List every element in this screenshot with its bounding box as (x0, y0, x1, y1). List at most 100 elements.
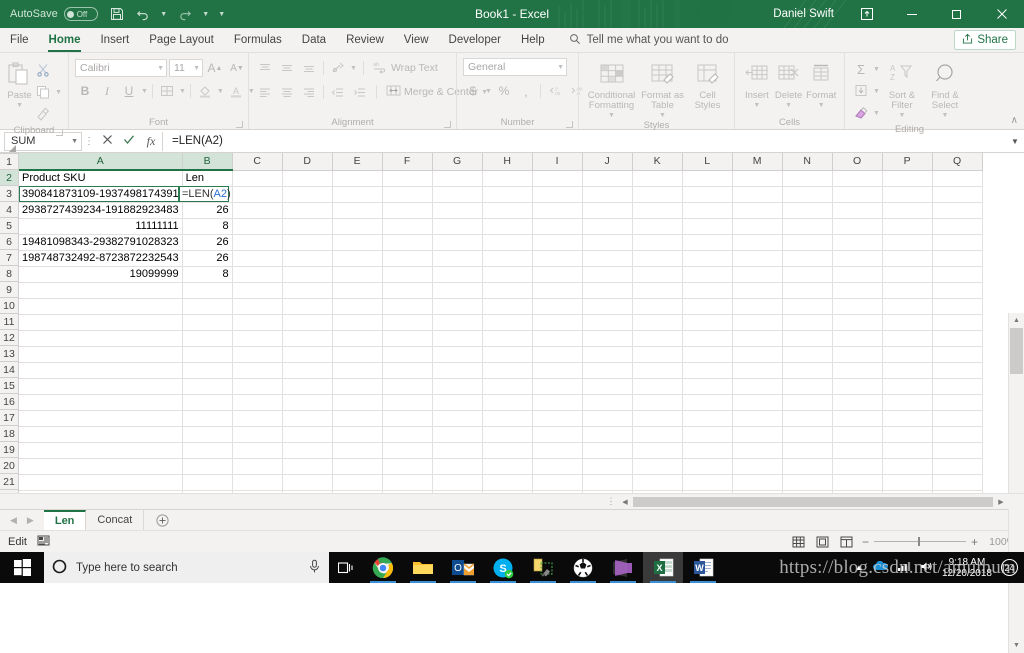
cell-P6[interactable] (882, 250, 933, 267)
cell-K10[interactable] (632, 314, 683, 331)
cell-E8[interactable] (332, 282, 383, 299)
column-header-q[interactable]: Q (932, 153, 983, 171)
action-center-icon[interactable]: 24 (1001, 559, 1018, 576)
cell-J11[interactable] (582, 330, 633, 347)
cell-L18[interactable] (682, 442, 733, 459)
cell-B16[interactable] (182, 410, 233, 427)
cell-N9[interactable] (782, 298, 833, 315)
cell-J12[interactable] (582, 346, 633, 363)
cell-E4[interactable] (332, 218, 383, 235)
row-header-11[interactable]: 11 (0, 314, 19, 330)
align-bottom-icon[interactable] (299, 58, 319, 78)
column-header-n[interactable]: N (782, 153, 833, 171)
cell-L19[interactable] (682, 458, 733, 475)
row-header-12[interactable]: 12 (0, 330, 19, 346)
cell-F6[interactable] (382, 250, 433, 267)
cell-P7[interactable] (882, 266, 933, 283)
cell-A16[interactable] (19, 410, 183, 427)
cell-O20[interactable] (832, 474, 883, 491)
row-header-2[interactable]: 2 (0, 170, 19, 186)
delete-cells-button[interactable]: Delete ▼ (773, 58, 805, 109)
cell-A2[interactable]: 390841873109-1937498174391 (19, 186, 183, 203)
column-header-o[interactable]: O (832, 153, 883, 171)
cell-L1[interactable] (682, 170, 733, 187)
insert-cells-dropdown-icon[interactable]: ▼ (753, 102, 760, 109)
cell-D10[interactable] (282, 314, 333, 331)
cell-G7[interactable] (432, 266, 483, 283)
microphone-icon[interactable] (308, 559, 321, 577)
cell-H3[interactable] (482, 202, 533, 219)
cell-O5[interactable] (832, 234, 883, 251)
tell-me-search[interactable]: Tell me what you want to do (555, 28, 729, 52)
cell-K6[interactable] (632, 250, 683, 267)
align-center-icon[interactable] (277, 82, 297, 102)
font-dialog-launcher[interactable] (236, 121, 243, 128)
cell-A8[interactable] (19, 282, 183, 299)
cell-F9[interactable] (382, 298, 433, 315)
cell-A6[interactable]: 198748732492-8723872232543 (19, 250, 183, 267)
cut-icon[interactable] (33, 60, 53, 80)
page-layout-view-icon[interactable] (814, 534, 832, 550)
paste-dropdown-icon[interactable]: ▼ (16, 102, 23, 109)
cell-J1[interactable] (582, 170, 633, 187)
sheet-tab-len[interactable]: Len (43, 510, 87, 530)
cell-M5[interactable] (732, 234, 783, 251)
cell-K9[interactable] (632, 298, 683, 315)
cell-A19[interactable] (19, 458, 183, 475)
zoom-slider[interactable]: − + (862, 535, 978, 549)
cell-E11[interactable] (332, 330, 383, 347)
cell-N5[interactable] (782, 234, 833, 251)
cell-I5[interactable] (532, 234, 583, 251)
column-header-l[interactable]: L (682, 153, 733, 171)
volume-icon[interactable] (920, 561, 933, 574)
cell-O12[interactable] (832, 346, 883, 363)
tab-file[interactable]: File (0, 28, 39, 52)
cell-E7[interactable] (332, 266, 383, 283)
cell-Q6[interactable] (932, 250, 983, 267)
word-icon[interactable]: W (683, 552, 723, 583)
cell-F3[interactable] (382, 202, 433, 219)
cell-D19[interactable] (282, 458, 333, 475)
cell-L12[interactable] (682, 346, 733, 363)
share-button[interactable]: Share (954, 30, 1016, 50)
cell-N20[interactable] (782, 474, 833, 491)
cell-H2[interactable] (482, 186, 533, 203)
cell-D18[interactable] (282, 442, 333, 459)
cell-E14[interactable] (332, 378, 383, 395)
align-middle-icon[interactable] (277, 58, 297, 78)
row-header-6[interactable]: 6 (0, 234, 19, 250)
cell-I14[interactable] (532, 378, 583, 395)
cell-I8[interactable] (532, 282, 583, 299)
cell-D13[interactable] (282, 362, 333, 379)
cell-D3[interactable] (282, 202, 333, 219)
cell-G4[interactable] (432, 218, 483, 235)
row-header-8[interactable]: 8 (0, 266, 19, 282)
cell-D9[interactable] (282, 298, 333, 315)
cell-B11[interactable] (182, 330, 233, 347)
number-format-box[interactable]: General ▼ (463, 58, 567, 76)
conditional-formatting-dropdown-icon[interactable]: ▼ (608, 112, 615, 119)
cell-F1[interactable] (382, 170, 433, 187)
cell-I11[interactable] (532, 330, 583, 347)
cell-G19[interactable] (432, 458, 483, 475)
cell-G15[interactable] (432, 394, 483, 411)
cell-P12[interactable] (882, 346, 933, 363)
copy-dropdown-icon[interactable]: ▼ (55, 89, 62, 96)
cell-J10[interactable] (582, 314, 633, 331)
cell-M2[interactable] (732, 186, 783, 203)
cell-I9[interactable] (532, 298, 583, 315)
cell-F2[interactable] (382, 186, 433, 203)
cell-O4[interactable] (832, 218, 883, 235)
cell-J9[interactable] (582, 298, 633, 315)
show-hidden-icons-icon[interactable]: ▲ (855, 563, 863, 572)
cell-G1[interactable] (432, 170, 483, 187)
cell-F18[interactable] (382, 442, 433, 459)
conditional-formatting-button[interactable]: Conditional Formatting ▼ (586, 58, 638, 119)
previous-sheet-icon[interactable]: ◀ (10, 515, 17, 526)
cell-P14[interactable] (882, 378, 933, 395)
cell-J3[interactable] (582, 202, 633, 219)
cell-A11[interactable] (19, 330, 183, 347)
cell-A5[interactable]: 19481098343-29382791028323 (19, 234, 183, 251)
cell-L2[interactable] (682, 186, 733, 203)
insert-cells-button[interactable]: Insert ▼ (741, 58, 773, 109)
